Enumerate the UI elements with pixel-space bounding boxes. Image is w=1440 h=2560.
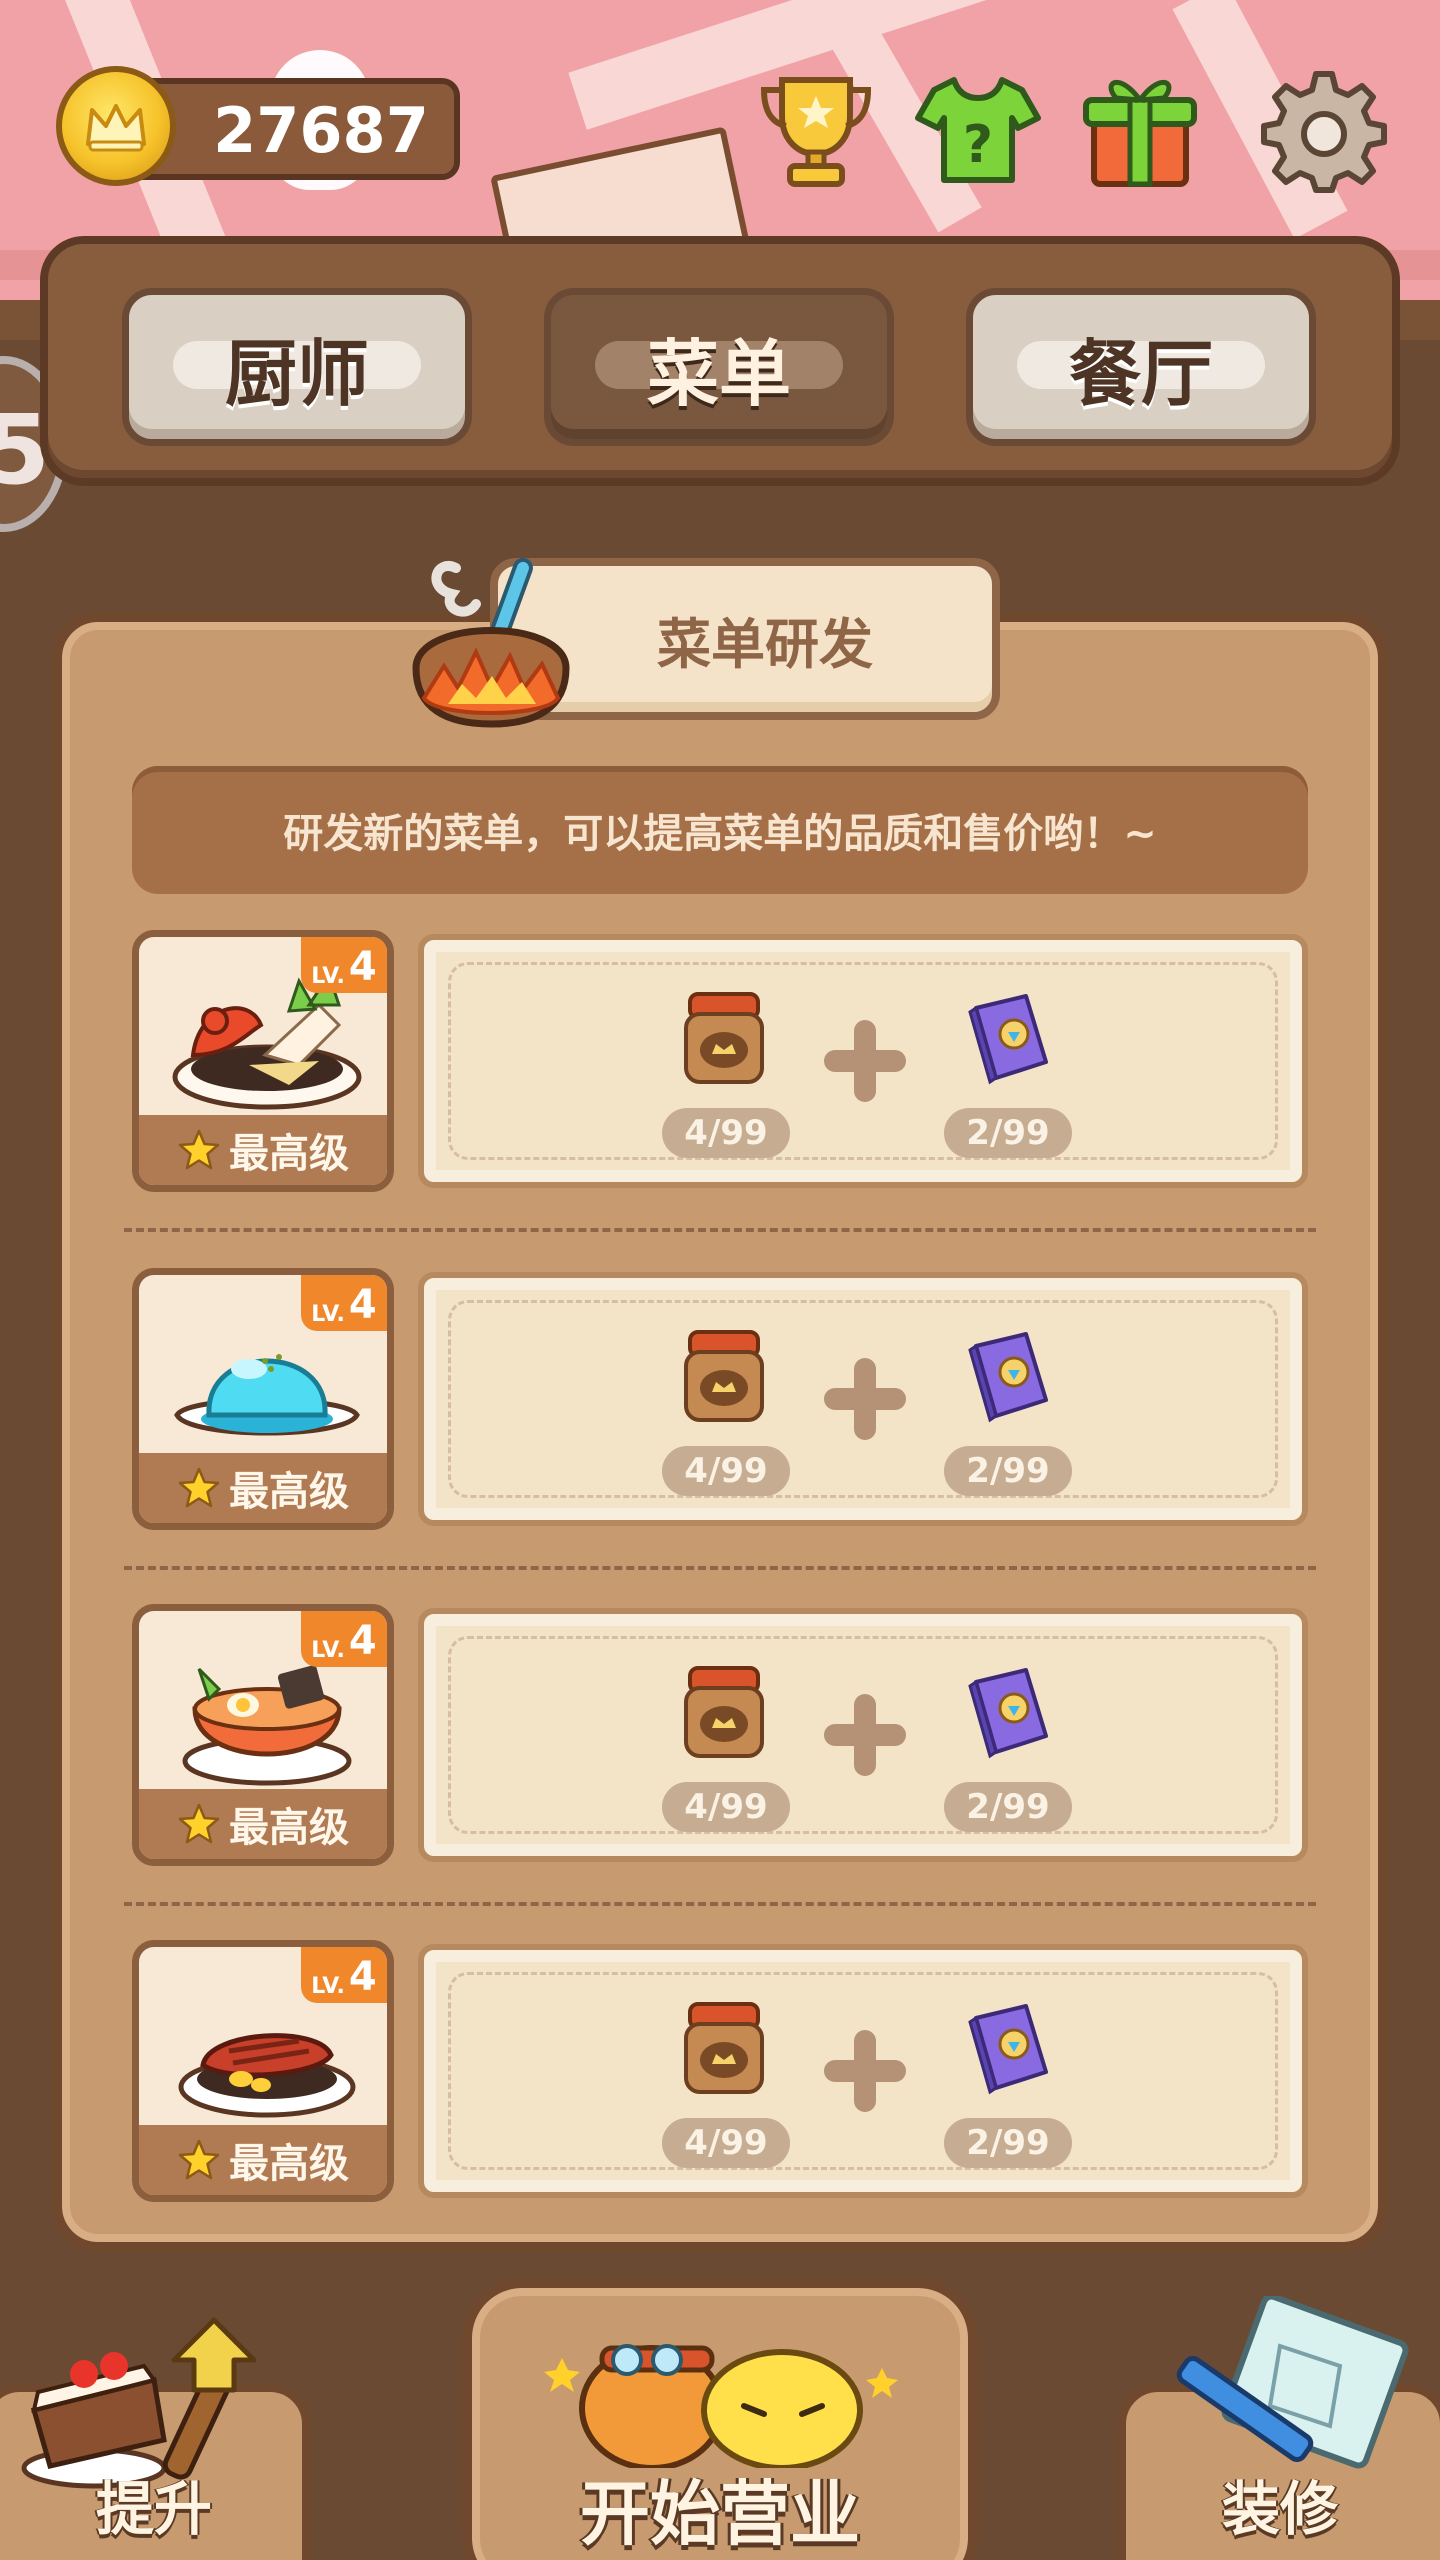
mystery-shirt-icon[interactable]: ? [910, 62, 1046, 198]
ingredient-jar: 4/99 [644, 988, 804, 1158]
ingredient-count: 2/99 [944, 1108, 1072, 1158]
gear-icon[interactable] [1256, 62, 1392, 198]
grade-label: 最高级 [139, 1453, 387, 1523]
jar-icon [684, 1666, 764, 1758]
research-recipe[interactable]: 4/99 2/99 [418, 1608, 1308, 1862]
row-divider [124, 1902, 1316, 1906]
ingredient-book: 2/99 [926, 1326, 1086, 1496]
grade-text: 最高级 [229, 2141, 349, 2187]
tab-chef[interactable]: 厨师 [122, 288, 472, 446]
plus-icon [824, 2030, 906, 2112]
level-number: 4 [348, 1954, 377, 2000]
recipe-row: LV. 4 最高级 4/99 2/99 [132, 1604, 1308, 1866]
plus-icon [824, 1694, 906, 1776]
row-divider [124, 1566, 1316, 1570]
level-tag: LV. 4 [301, 1611, 387, 1667]
dish-card[interactable]: LV. 4 最高级 [132, 1940, 394, 2202]
research-recipe[interactable]: 4/99 2/99 [418, 934, 1308, 1188]
ingredient-count: 4/99 [662, 1108, 790, 1158]
star-icon [178, 1803, 220, 1844]
ingredient-jar: 4/99 [644, 1998, 804, 2168]
recipe-book-icon [968, 994, 1048, 1085]
ingredient-book: 2/99 [926, 1998, 1086, 2168]
ingredient-count: 4/99 [662, 2118, 790, 2168]
tab-bar: 厨师 菜单 餐厅 [40, 236, 1400, 486]
grade-label: 最高级 [139, 1789, 387, 1859]
upgrade-label: 提升 [96, 2475, 213, 2543]
level-prefix: LV. [311, 1302, 345, 1327]
ingredient-count: 4/99 [662, 1446, 790, 1496]
grade-text: 最高级 [229, 1131, 349, 1177]
grade-text: 最高级 [229, 1469, 349, 1515]
plus-icon [824, 1020, 906, 1102]
crown-coin-icon [56, 66, 176, 186]
level-prefix: LV. [311, 964, 345, 989]
level-tag: LV. 4 [301, 1947, 387, 2003]
jar-icon [684, 1330, 764, 1422]
tab-label: 餐厅 [1068, 331, 1213, 416]
recipe-row: LV. 4 最高级 4/99 2/99 [132, 1268, 1308, 1530]
recipe-book-icon [968, 1668, 1048, 1759]
dish-card[interactable]: LV. 4 最高级 [132, 1604, 394, 1866]
svg-text:?: ? [963, 115, 993, 175]
mascots-icon [544, 2344, 898, 2468]
level-number: 4 [348, 1618, 377, 1664]
tab-restaurant[interactable]: 餐厅 [966, 288, 1316, 446]
star-icon [178, 1467, 220, 1508]
research-recipe[interactable]: 4/99 2/99 [418, 1272, 1308, 1526]
recipe-book-icon [968, 2004, 1048, 2095]
row-divider [124, 1228, 1316, 1232]
coin-value: 27687 [213, 94, 429, 167]
level-prefix: LV. [311, 1638, 345, 1663]
gift-icon[interactable] [1072, 62, 1208, 198]
research-recipe[interactable]: 4/99 2/99 [418, 1944, 1308, 2198]
trophy-icon[interactable] [748, 62, 884, 198]
recipe-row: LV. 4 最高级 4/99 2/99 [132, 930, 1308, 1192]
ingredient-jar: 4/99 [644, 1326, 804, 1496]
tab-label: 厨师 [224, 331, 369, 416]
start-business-button[interactable]: 开始营业 [462, 2278, 978, 2560]
recipe-row: LV. 4 最高级 4/99 2/99 [132, 1940, 1308, 2202]
jar-icon [684, 2002, 764, 2094]
dish-card[interactable]: LV. 4 最高级 [132, 930, 394, 1192]
tab-label: 菜单 [646, 331, 791, 416]
decorate-label: 装修 [1222, 2475, 1339, 2543]
cooking-pot-icon [412, 557, 570, 728]
grade-text: 最高级 [229, 1805, 349, 1851]
star-icon [178, 2139, 220, 2180]
level-prefix: LV. [311, 1974, 345, 1999]
grade-label: 最高级 [139, 2125, 387, 2195]
star-icon [178, 1129, 220, 1170]
ingredient-count: 4/99 [662, 1782, 790, 1832]
level-number: 4 [348, 1282, 377, 1328]
dish-card[interactable]: LV. 4 最高级 [132, 1268, 394, 1530]
panel-title: 菜单研发 [657, 612, 873, 676]
hint-text: 研发新的菜单，可以提高菜单的品质和售价哟！~ [283, 811, 1157, 857]
jar-icon [684, 992, 764, 1084]
ingredient-count: 2/99 [944, 1446, 1072, 1496]
ingredient-count: 2/99 [944, 2118, 1072, 2168]
ingredient-jar: 4/99 [644, 1662, 804, 1832]
level-tag: LV. 4 [301, 1275, 387, 1331]
grade-label: 最高级 [139, 1115, 387, 1185]
level-number: 4 [348, 944, 377, 990]
plus-icon [824, 1358, 906, 1440]
recipe-book-icon [968, 1332, 1048, 1423]
ingredient-count: 2/99 [944, 1782, 1072, 1832]
ingredient-book: 2/99 [926, 988, 1086, 1158]
tab-menu[interactable]: 菜单 [544, 288, 894, 446]
ingredient-book: 2/99 [926, 1662, 1086, 1832]
level-tag: LV. 4 [301, 937, 387, 993]
hint-banner: 研发新的菜单，可以提高菜单的品质和售价哟！~ [132, 766, 1308, 894]
start-business-label: 开始营业 [580, 2473, 860, 2555]
